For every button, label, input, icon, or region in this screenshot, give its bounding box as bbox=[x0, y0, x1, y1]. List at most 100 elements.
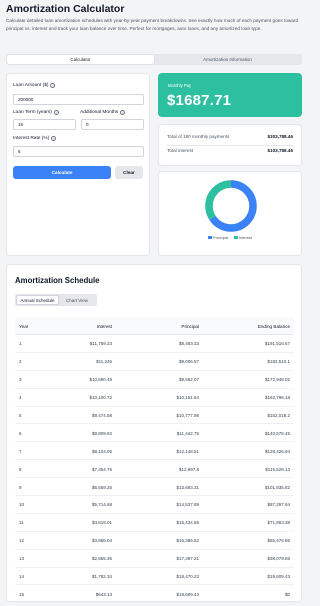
cell-year: 11 bbox=[19, 520, 24, 526]
cell-ending-balance: $71,863.38 bbox=[267, 520, 290, 526]
cell-interest: $10,100.72 bbox=[89, 395, 112, 401]
info-icon[interactable]: i bbox=[51, 136, 57, 141]
tab-annual-schedule[interactable]: Annual Schedule bbox=[16, 295, 59, 305]
tab-amortization-information[interactable]: Amortization Information bbox=[154, 55, 301, 64]
cell-interest: $2,855.36 bbox=[91, 556, 112, 562]
table-row: 9 $6,559.25 $13,693.31 $101,835.82 bbox=[15, 478, 294, 497]
cell-principal: $10,777.98 bbox=[176, 413, 199, 418]
cell-ending-balance: $87,297.94 bbox=[267, 502, 290, 508]
schedule-table-body: 1 $11,769.23 $8,483.33 $191,516.67 2 $11,246 $… bbox=[15, 335, 294, 604]
cell-ending-balance: $162,796.18 bbox=[264, 395, 290, 401]
table-row: 4 $10,100.72 $10,151.84 $162,796.18 bbox=[15, 389, 294, 407]
cell-year: 7 bbox=[19, 448, 22, 454]
cell-ending-balance: $182,510.1 bbox=[267, 359, 290, 365]
cell-year: 3 bbox=[19, 377, 22, 383]
loan-amount-input[interactable]: 200000 bbox=[13, 94, 144, 105]
additional-months-label: Additional Months i bbox=[80, 110, 126, 115]
cell-ending-balance: $172,948.02 bbox=[264, 377, 290, 383]
cell-principal: $15,434.55 bbox=[176, 520, 199, 526]
table-row: 10 $5,714.68 $14,537.89 $87,297.94 bbox=[15, 496, 294, 514]
totals-card: Total of 180 monthly payments $303,788.4… bbox=[158, 124, 302, 166]
cell-interest: $7,354.76 bbox=[91, 466, 112, 472]
calculate-button[interactable]: Calculate bbox=[13, 166, 111, 179]
cell-principal: $11,442.75 bbox=[176, 430, 199, 436]
cell-interest: $643.13 bbox=[95, 591, 112, 597]
tab-calculator[interactable]: Calculator bbox=[7, 55, 154, 64]
info-icon[interactable]: i bbox=[53, 110, 59, 115]
cell-principal: $18,470.23 bbox=[176, 574, 199, 580]
cell-ending-balance: $152,018.2 bbox=[267, 413, 290, 418]
table-row: 12 $3,866.04 $16,386.52 $55,476.86 bbox=[15, 532, 294, 550]
col-principal: Principal bbox=[181, 323, 199, 329]
cell-principal: $19,609.43 bbox=[176, 591, 199, 597]
total-payments-value: $303,788.46 bbox=[267, 134, 293, 139]
cell-year: 12 bbox=[19, 538, 25, 544]
cell-interest: $11,246 bbox=[96, 359, 112, 365]
principal-swatch bbox=[208, 236, 213, 240]
total-payments-row: Total of 180 monthly payments $303,788.4… bbox=[167, 134, 293, 139]
table-row: 6 $8,809.82 $11,442.75 $140,575.45 bbox=[15, 424, 294, 443]
total-interest-label: Total interest bbox=[167, 148, 194, 153]
total-interest-value: $103,788.46 bbox=[267, 148, 293, 153]
main-tabs: Calculator Amortization Information bbox=[6, 54, 302, 65]
loan-term-input[interactable]: 15 bbox=[13, 119, 76, 130]
cell-interest: $9,474.58 bbox=[91, 413, 112, 418]
cell-year: 10 bbox=[19, 502, 25, 508]
divider bbox=[167, 145, 293, 146]
cell-interest: $3,866.04 bbox=[91, 538, 112, 544]
cell-principal: $12,148.51 bbox=[176, 448, 199, 454]
cell-principal: $8,483.33 bbox=[178, 341, 199, 347]
loan-amount-label: Loan Amount ($) i bbox=[13, 83, 56, 88]
cell-interest: $11,769.23 bbox=[89, 341, 112, 347]
cell-interest: $6,559.25 bbox=[91, 484, 112, 490]
cell-interest: $4,818.01 bbox=[91, 520, 112, 526]
cell-ending-balance: $19,609.43 bbox=[267, 574, 290, 580]
donut-chart bbox=[205, 180, 257, 232]
loan-term-label: Loan Term (years) i bbox=[13, 110, 59, 115]
table-row: 3 $10,690.49 $9,562.07 $172,948.02 bbox=[15, 371, 294, 389]
table-row: 14 $1,782.34 $18,470.23 $19,609.43 bbox=[15, 568, 294, 586]
cell-year: 15 bbox=[19, 591, 25, 597]
cell-ending-balance: $55,476.86 bbox=[267, 538, 290, 544]
cell-ending-balance: $101,835.82 bbox=[264, 484, 290, 490]
cell-principal: $9,006.57 bbox=[178, 359, 199, 365]
table-row: 15 $643.13 $19,609.43 $0 bbox=[15, 585, 294, 604]
info-icon[interactable]: i bbox=[50, 83, 56, 88]
chart-legend: Principal Interest bbox=[159, 235, 301, 240]
amortization-schedule-card: Amortization Schedule Annual Schedule Ch… bbox=[6, 264, 302, 604]
additional-months-input[interactable]: 0 bbox=[81, 119, 144, 130]
table-row: 7 $8,104.05 $12,148.51 $128,426.94 bbox=[15, 442, 294, 461]
breakdown-chart-card: Principal Interest bbox=[158, 171, 302, 256]
table-row: 5 $9,474.58 $10,777.98 $152,018.2 bbox=[15, 407, 294, 425]
table-row: 2 $11,246 $9,006.57 $182,510.1 bbox=[15, 353, 294, 371]
interest-swatch bbox=[233, 236, 238, 240]
cell-year: 9 bbox=[19, 484, 22, 490]
info-icon[interactable]: i bbox=[120, 110, 126, 115]
monthly-pay-label: Monthly Pay bbox=[168, 83, 192, 88]
clear-button[interactable]: Clear bbox=[115, 166, 143, 179]
cell-ending-balance: $191,516.67 bbox=[264, 341, 290, 347]
table-row: 13 $2,855.36 $17,397.21 $38,079.65 bbox=[15, 550, 294, 568]
table-row: 8 $7,354.76 $12,897.8 $115,529.13 bbox=[15, 460, 294, 479]
legend-interest: Interest bbox=[233, 235, 252, 240]
page-title: Amortization Calculator bbox=[6, 3, 125, 15]
cell-principal: $12,897.8 bbox=[178, 466, 199, 472]
cell-year: 1 bbox=[19, 341, 22, 347]
cell-interest: $5,714.68 bbox=[91, 502, 112, 508]
cell-interest: $1,782.34 bbox=[91, 574, 112, 580]
col-interest: Interest bbox=[96, 323, 112, 329]
schedule-tabs: Annual Schedule Chart View bbox=[15, 294, 97, 306]
cell-principal: $17,397.21 bbox=[176, 556, 199, 562]
cell-year: 6 bbox=[19, 430, 22, 436]
cell-principal: $9,562.07 bbox=[178, 377, 199, 383]
total-payments-label: Total of 180 monthly payments bbox=[167, 134, 230, 139]
tab-chart-view[interactable]: Chart View bbox=[59, 295, 95, 305]
total-interest-row: Total interest $103,788.46 bbox=[167, 148, 293, 153]
cell-interest: $10,690.49 bbox=[89, 377, 112, 383]
monthly-pay-value: $1687.71 bbox=[167, 92, 232, 109]
interest-rate-input[interactable]: 6 bbox=[13, 146, 144, 157]
cell-year: 8 bbox=[19, 466, 22, 472]
cell-ending-balance: $115,529.13 bbox=[265, 466, 290, 472]
schedule-table-header: Year Interest Principal Ending Balance bbox=[15, 317, 294, 335]
cell-year: 14 bbox=[19, 574, 25, 580]
